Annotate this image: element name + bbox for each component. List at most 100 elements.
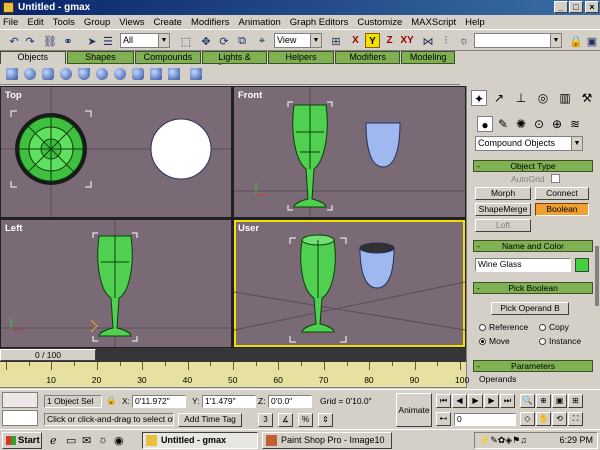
viewport-label-front[interactable]: Front	[238, 90, 262, 101]
move-icon[interactable]: ✥	[198, 33, 214, 49]
minimize-button[interactable]: _	[554, 1, 568, 13]
geosphere-icon[interactable]	[114, 68, 126, 80]
cylinder-icon[interactable]	[42, 68, 54, 80]
undo-icon[interactable]: ↶	[6, 33, 22, 49]
wine-glass-top-view[interactable]	[10, 110, 92, 188]
select-by-name-icon[interactable]: ☰	[100, 33, 116, 49]
next-frame-icon[interactable]: ▶	[484, 394, 499, 408]
menu-group[interactable]: Group	[84, 17, 110, 28]
axis-z-button[interactable]: Z	[382, 33, 397, 48]
radio-move[interactable]: Move	[479, 336, 510, 346]
select-arrow-icon[interactable]: ➤	[84, 33, 100, 49]
boolean-button[interactable]: Boolean	[535, 203, 589, 216]
pick-operand-b-button[interactable]: Pick Operand B	[491, 302, 569, 315]
name-color-rollout-header[interactable]: - Name and Color	[473, 240, 593, 252]
helpers-icon[interactable]: ⊕	[549, 116, 565, 132]
quick-launch-desktop-icon[interactable]: ▭	[66, 434, 76, 447]
rotate-icon[interactable]: ⟳	[216, 33, 232, 49]
radio-reference[interactable]: Reference	[479, 322, 528, 332]
redo-icon[interactable]: ↷	[22, 33, 38, 49]
arc-rotate-icon[interactable]: ⟲	[552, 412, 567, 426]
taskbar-item-gmax[interactable]: Untitled - gmax	[142, 432, 258, 449]
unlink-icon[interactable]: ⚭	[60, 33, 76, 49]
quick-launch-app-icon[interactable]: ☼	[98, 434, 108, 446]
modify-panel-icon[interactable]: ↗	[491, 90, 507, 106]
axis-y-button[interactable]: Y	[365, 33, 380, 48]
menu-file[interactable]: File	[3, 17, 18, 28]
shapes-icon[interactable]: ✎	[495, 116, 511, 132]
viewport-label-user[interactable]: User	[238, 223, 259, 234]
selection-filter-dropdown[interactable]: All ▼	[120, 33, 170, 48]
tab-helpers[interactable]: Helpers	[268, 51, 334, 64]
menu-customize[interactable]: Customize	[357, 17, 402, 28]
lights-icon[interactable]: ✺	[513, 116, 529, 132]
render-icon[interactable]: ▣	[584, 33, 600, 49]
menu-maxscript[interactable]: MAXScript	[411, 17, 456, 28]
x-coordinate-field[interactable]: 0'11.972"	[132, 395, 186, 408]
link-icon[interactable]: ⛓	[42, 33, 58, 49]
cameras-icon[interactable]: ⊙	[531, 116, 547, 132]
viewport-label-top[interactable]: Top	[5, 90, 22, 101]
quick-launch-ie-icon[interactable]: ℯ	[50, 434, 57, 447]
angle-snap-icon[interactable]: ∡	[278, 413, 293, 427]
tab-objects[interactable]: Objects	[0, 51, 66, 64]
loft-button[interactable]: Loft	[475, 219, 531, 232]
object-type-rollout-header[interactable]: - Object Type	[473, 160, 593, 172]
parameters-rollout-header[interactable]: - Parameters	[473, 360, 593, 372]
autogrid-checkbox[interactable]	[551, 174, 560, 183]
menu-help[interactable]: Help	[465, 17, 485, 28]
motion-panel-icon[interactable]: ◎	[535, 90, 551, 106]
close-button[interactable]: ×	[585, 1, 599, 13]
go-to-end-icon[interactable]: ⏭	[500, 394, 515, 408]
clock[interactable]: 6:29 PM	[559, 435, 593, 445]
viewport-label-left[interactable]: Left	[5, 223, 22, 234]
tab-modeling[interactable]: Modeling	[401, 51, 455, 64]
display-panel-icon[interactable]: ▥	[557, 90, 573, 106]
reference-coord-dropdown[interactable]: View ▼	[274, 33, 322, 48]
tab-compounds[interactable]: Compounds	[135, 51, 201, 64]
taskbar-item-paint-shop-pro[interactable]: Paint Shop Pro - Image10	[262, 432, 392, 449]
radio-instance[interactable]: Instance	[539, 336, 581, 346]
cone-icon[interactable]	[96, 68, 108, 80]
go-to-start-icon[interactable]: ⏮	[436, 394, 451, 408]
zoom-all-icon[interactable]: ⊕	[536, 394, 551, 408]
tube-icon[interactable]	[132, 68, 144, 80]
menu-graph-editors[interactable]: Graph Editors	[290, 17, 349, 28]
menu-views[interactable]: Views	[119, 17, 144, 28]
z-coordinate-field[interactable]: 0'0.0"	[268, 395, 312, 408]
snap-icon[interactable]: ⌖	[254, 33, 270, 49]
pan-icon[interactable]: ✋	[536, 412, 551, 426]
quick-launch-player-icon[interactable]: ◉	[114, 434, 124, 447]
time-slider-track[interactable]: 0 / 100	[0, 348, 466, 362]
glass-b-top-view[interactable]	[150, 118, 212, 180]
add-time-tag-button[interactable]: Add Time Tag	[178, 413, 242, 427]
maximize-button[interactable]: □	[569, 1, 583, 13]
shapemerge-button[interactable]: ShapeMerge	[475, 203, 531, 216]
radio-copy[interactable]: Copy	[539, 322, 569, 332]
key-mode-icon[interactable]: ⊷	[436, 412, 451, 426]
box-icon[interactable]	[6, 68, 18, 80]
plane-icon[interactable]	[168, 68, 180, 80]
object-name-input[interactable]: Wine Glass	[475, 258, 571, 272]
viewport-left[interactable]: Left	[1, 220, 231, 347]
material-editor-icon[interactable]: ☼	[456, 33, 472, 49]
pick-boolean-rollout-header[interactable]: - Pick Boolean	[473, 282, 593, 294]
boolean-icon[interactable]	[190, 68, 202, 80]
zoom-extents-icon[interactable]: ▣	[552, 394, 567, 408]
utilities-panel-icon[interactable]: ⚒	[579, 90, 595, 106]
sphere-icon[interactable]	[24, 68, 36, 80]
trackbar[interactable]: 10 20 30 40 50 60 70 80 90 100	[0, 362, 469, 388]
tab-lights-cameras[interactable]: Lights & Cameras	[201, 51, 268, 73]
region-select-icon[interactable]: ⬚	[178, 33, 194, 49]
glass-b-user-view[interactable]	[359, 242, 395, 289]
tab-shapes[interactable]: Shapes	[66, 51, 135, 64]
axis-xy-button[interactable]: XY	[398, 33, 416, 48]
maxscript-listener-input[interactable]	[2, 410, 38, 426]
viewport-top[interactable]: Top	[1, 87, 231, 217]
field-of-view-icon[interactable]: ◇	[520, 412, 535, 426]
menu-create[interactable]: Create	[153, 17, 182, 28]
create-panel-icon[interactable]: ✦	[471, 90, 487, 106]
glass-b-front-view[interactable]	[365, 122, 401, 168]
spacewarps-icon[interactable]: ≋	[567, 116, 583, 132]
mirror-icon[interactable]: ⋈	[420, 33, 436, 49]
